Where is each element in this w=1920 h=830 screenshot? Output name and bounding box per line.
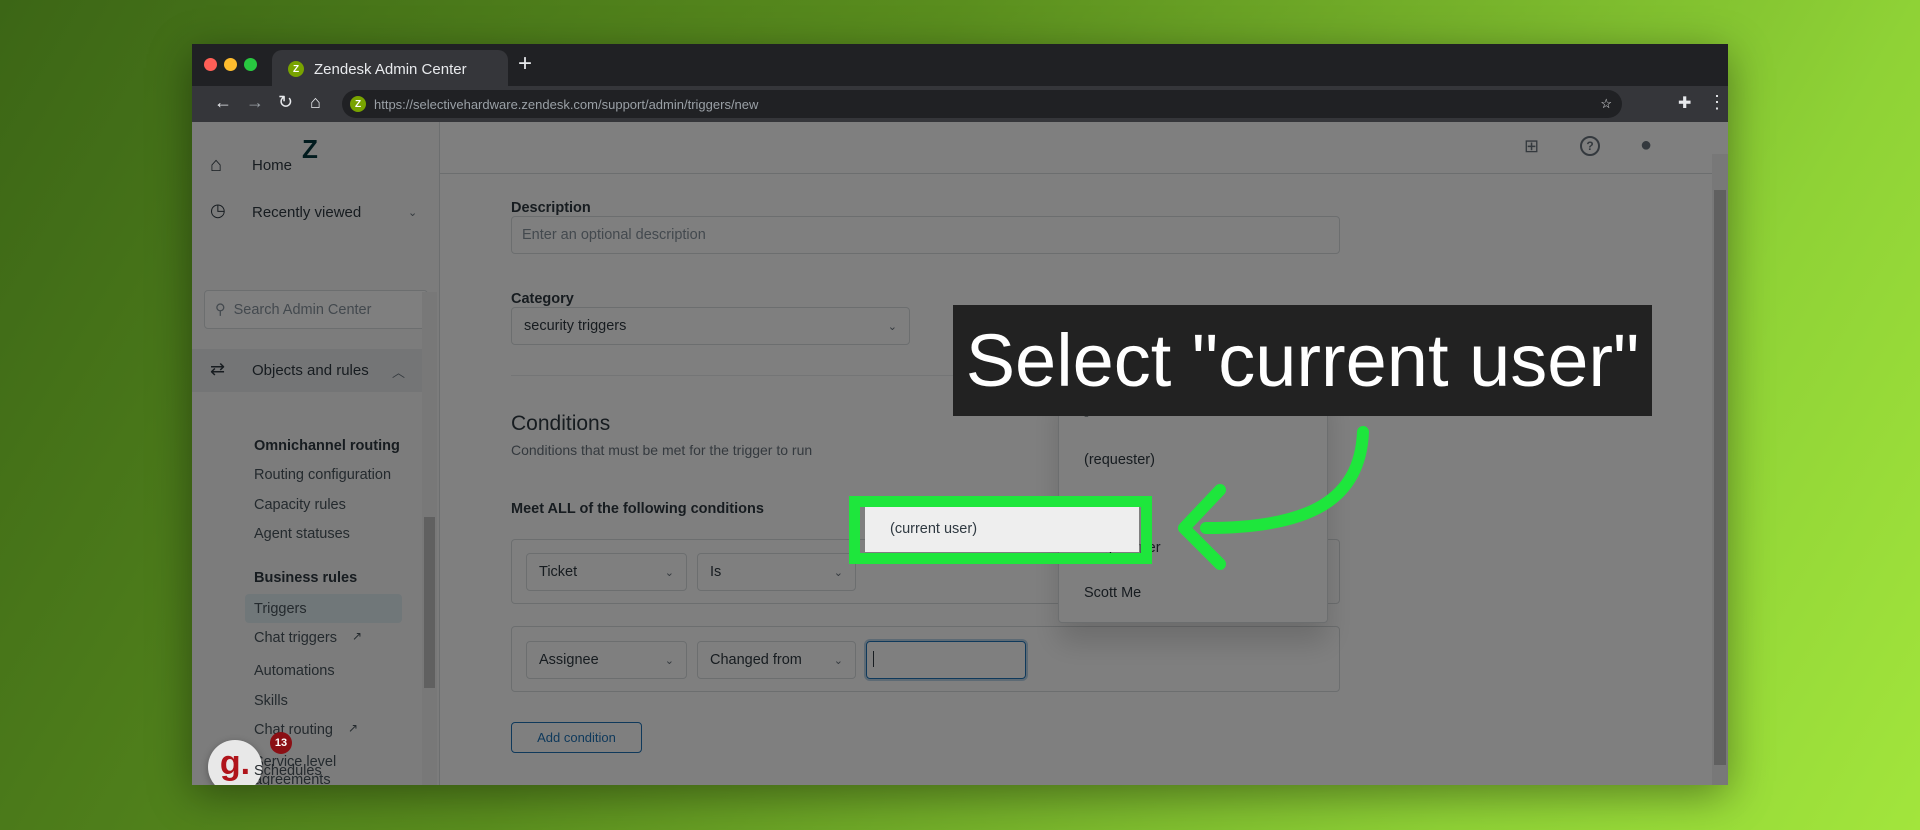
sidebar-item-schedules[interactable]: Schedules	[254, 762, 322, 780]
admin-center-app: Z ⌂ Home ◷ Recently viewed ⌄ ⚲Search Adm…	[192, 122, 1728, 785]
menu-icon[interactable]: ⋮	[1708, 92, 1726, 113]
extensions-icon[interactable]: ✚	[1678, 93, 1691, 113]
close-window-button[interactable]	[204, 58, 217, 71]
notification-count-badge: 13	[270, 732, 292, 754]
reload-icon[interactable]: ↻	[278, 92, 293, 113]
dropdown-option-current-user[interactable]: (current user)	[865, 507, 1139, 552]
new-tab-button[interactable]: +	[518, 50, 532, 78]
curved-arrow-icon	[1178, 426, 1369, 570]
zendesk-favicon-icon: Z	[288, 61, 304, 77]
bookmark-star-icon[interactable]: ☆	[1600, 96, 1612, 112]
maximize-window-button[interactable]	[244, 58, 257, 71]
back-icon[interactable]: ←	[214, 92, 232, 113]
callout-text: Select "current user"	[965, 319, 1640, 402]
site-favicon-icon: Z	[350, 96, 366, 112]
dim-overlay	[192, 122, 1728, 785]
url-text: https://selectivehardware.zendesk.com/su…	[374, 96, 759, 112]
instruction-callout: Select "current user"	[953, 305, 1652, 416]
home-icon[interactable]: ⌂	[310, 92, 321, 113]
minimize-window-button[interactable]	[224, 58, 237, 71]
address-bar[interactable]: Zhttps://selectivehardware.zendesk.com/s…	[342, 90, 1622, 118]
browser-tab[interactable]: Z Zendesk Admin Center	[272, 50, 508, 88]
guidde-logo: g.	[219, 744, 251, 782]
forward-icon[interactable]: →	[246, 92, 264, 113]
navigation-bar: ← → ↻ ⌂ Zhttps://selectivehardware.zende…	[192, 86, 1728, 122]
tab-title: Zendesk Admin Center	[314, 60, 467, 78]
option-label: (current user)	[890, 521, 978, 537]
